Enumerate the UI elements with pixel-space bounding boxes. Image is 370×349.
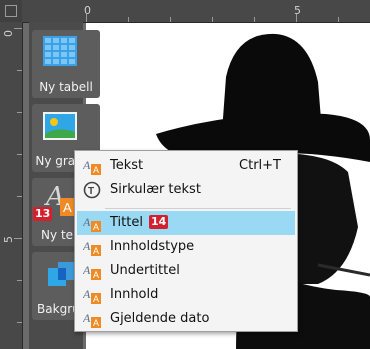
svg-text:A: A	[93, 318, 99, 328]
ruler-left[interactable]: 0 5	[0, 22, 23, 349]
svg-text:A: A	[83, 311, 91, 325]
menu-item-subtitle-label: Undertittel	[110, 263, 180, 278]
image-icon	[43, 112, 77, 140]
circular-text-icon: T	[83, 181, 101, 199]
svg-text:A: A	[93, 246, 99, 256]
svg-text:A: A	[83, 215, 91, 229]
svg-text:A: A	[93, 294, 99, 304]
table-icon	[43, 36, 77, 66]
text-style-icon: AA	[83, 215, 101, 232]
menu-item-content-type[interactable]: AA Innholdstype	[77, 235, 295, 259]
menu-separator	[105, 208, 291, 209]
menu-item-content-label: Innhold	[110, 287, 159, 302]
ruler-corner[interactable]	[0, 0, 22, 22]
ruler-left-mark-0: 0	[2, 30, 15, 37]
text-style-icon: AA	[83, 158, 101, 175]
menu-item-circular-text[interactable]: T Sirkulær tekst	[77, 178, 295, 202]
text-style-icon: AA	[83, 287, 101, 304]
tile-new-table-label: Ny tabell	[39, 80, 93, 94]
menu-item-current-date-label: Gjeldende dato	[110, 311, 210, 326]
svg-text:A: A	[93, 222, 99, 232]
menu-item-current-date[interactable]: AA Gjeldende dato	[77, 307, 295, 331]
shortcut-badge-14: 14	[149, 215, 169, 229]
tile-new-table[interactable]: Ny tabell	[32, 30, 100, 98]
svg-text:A: A	[83, 158, 91, 172]
text-style-icon: AA	[83, 311, 101, 328]
menu-item-content-type-label: Innholdstype	[110, 239, 195, 254]
menu-item-content[interactable]: AA Innhold	[77, 283, 295, 307]
svg-text:T: T	[88, 186, 94, 197]
menu-item-subtitle[interactable]: AA Undertittel	[77, 259, 295, 283]
text-style-icon: AA	[83, 239, 101, 256]
svg-text:A: A	[83, 239, 91, 253]
svg-text:A: A	[93, 270, 99, 280]
svg-text:A: A	[63, 200, 72, 215]
menu-item-title-label: Tittel	[110, 215, 143, 230]
menu-item-text-label: Tekst	[110, 158, 144, 173]
shortcut-badge-13: 13	[33, 207, 53, 221]
svg-text:A: A	[83, 287, 91, 301]
context-menu-text-styles: AA Tekst Ctrl+T T Sirkulær tekst AA Titt…	[74, 150, 298, 332]
svg-text:A: A	[83, 263, 91, 277]
menu-item-circular-text-label: Sirkulær tekst	[110, 182, 201, 197]
ruler-top[interactable]: 0 5	[0, 0, 370, 23]
menu-item-text-shortcut: Ctrl+T	[239, 158, 281, 173]
menu-item-text[interactable]: AA Tekst Ctrl+T	[77, 154, 295, 178]
text-style-icon: AA	[83, 263, 101, 280]
menu-item-title[interactable]: AA Tittel 14	[77, 211, 295, 235]
svg-text:A: A	[93, 165, 99, 175]
